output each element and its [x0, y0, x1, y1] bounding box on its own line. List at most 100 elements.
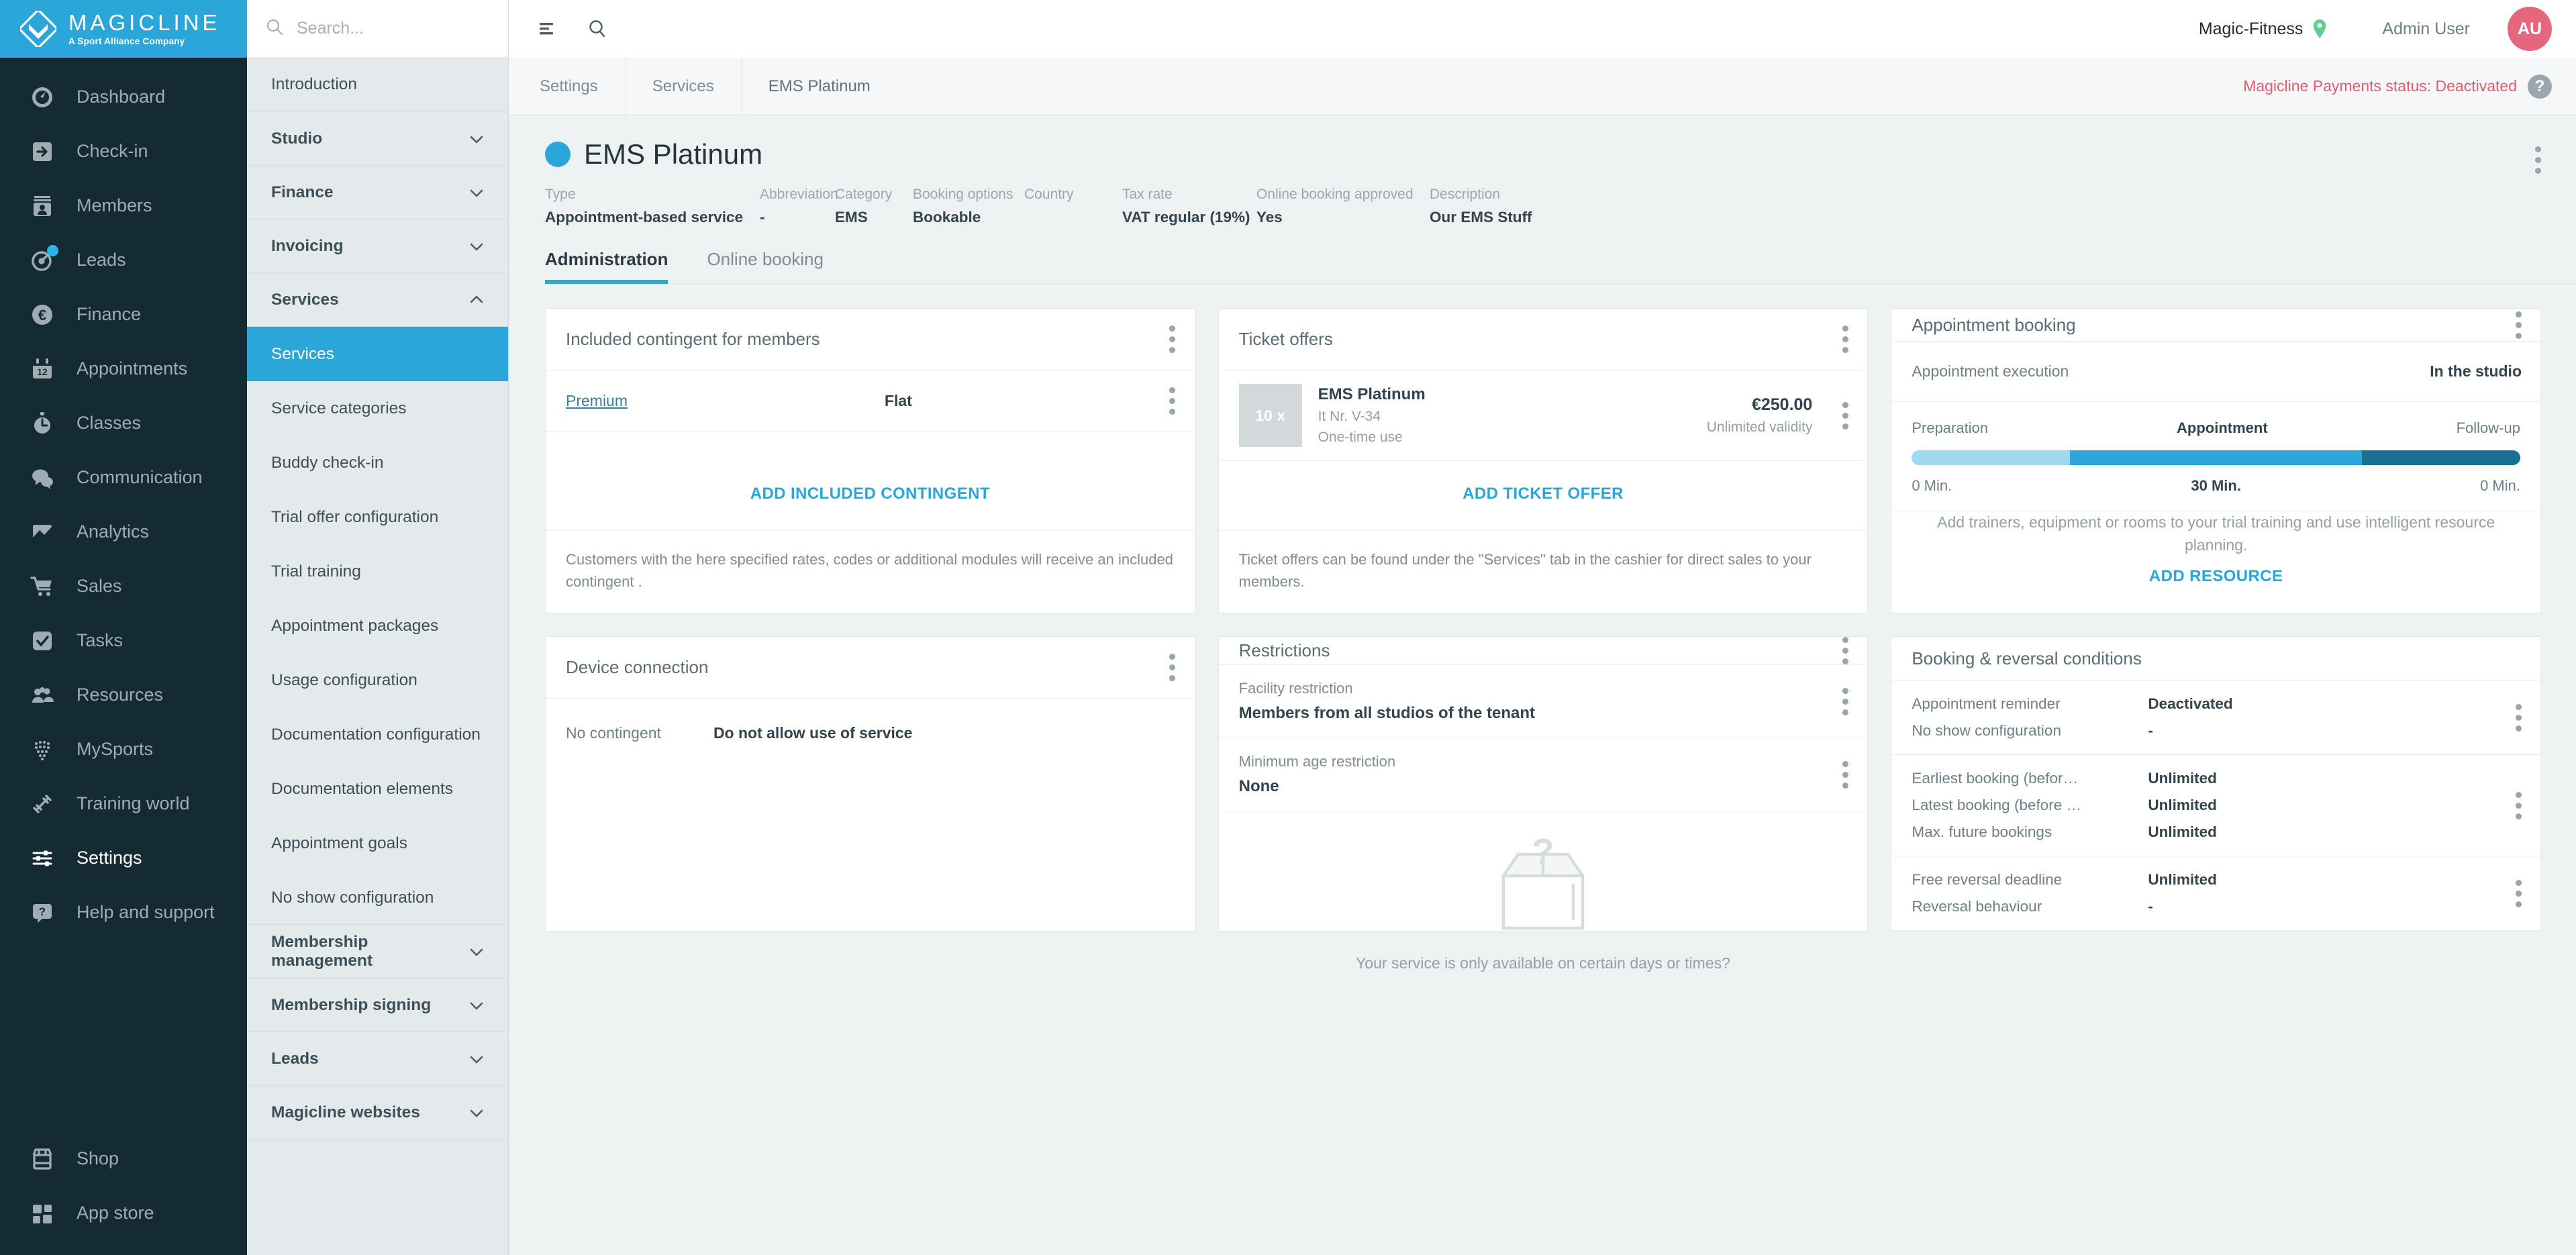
subnav-item-appointment-packages[interactable]: Appointment packages [247, 599, 508, 653]
avatar[interactable]: AU [2508, 7, 2552, 51]
restriction-row: Facility restriction Members from all st… [1219, 665, 1868, 738]
timeline-label-appointment: Appointment [2177, 419, 2268, 437]
more-vertical-icon[interactable] [1169, 325, 1176, 353]
sidebar-item-appointments[interactable]: 12 Appointments [0, 342, 247, 396]
breadcrumb-item[interactable]: EMS Platinum [742, 58, 897, 115]
question-mark-icon[interactable]: ? [2528, 74, 2552, 99]
card-title: Booking & reversal conditions [1912, 648, 2142, 669]
breadcrumb-item[interactable]: Services [626, 58, 742, 115]
sidebar-item-label: Classes [77, 413, 141, 434]
sidebar-item-classes[interactable]: Classes [0, 396, 247, 450]
subnav-item-services[interactable]: Services [247, 272, 508, 327]
sidebar-item-tasks[interactable]: Tasks [0, 613, 247, 668]
sidebar-item-leads[interactable]: Leads [0, 233, 247, 287]
open-box-question-icon: ? [1219, 811, 1868, 952]
more-vertical-icon[interactable] [2515, 880, 2522, 907]
subnav-item-buddy-check-in[interactable]: Buddy check-in [247, 436, 508, 490]
subnav-item-trial-training[interactable]: Trial training [247, 544, 508, 599]
tab-administration[interactable]: Administration [545, 249, 668, 283]
svg-text:?: ? [39, 905, 46, 918]
restriction-key: Facility restriction [1239, 680, 1535, 697]
sidebar-item-sales[interactable]: Sales [0, 559, 247, 613]
ticket-validity: Unlimited validity [1707, 419, 1813, 436]
meta-value: Appointment-based service [545, 209, 760, 226]
user-name[interactable]: Admin User [2382, 19, 2470, 39]
svg-text:?: ? [1532, 836, 1554, 872]
subnav-item-leads[interactable]: Leads [247, 1032, 508, 1086]
more-vertical-icon[interactable] [1842, 402, 1848, 430]
subnav-item-invoicing[interactable]: Invoicing [247, 219, 508, 273]
sliders-icon [28, 844, 56, 872]
search-input[interactable] [297, 19, 491, 38]
search-icon[interactable] [584, 15, 611, 42]
page-more-vertical-icon[interactable] [2534, 146, 2541, 174]
more-vertical-icon[interactable] [2515, 311, 2522, 339]
sidebar-item-resources[interactable]: Resources [0, 668, 247, 722]
subnav-item-service-categories[interactable]: Service categories [247, 381, 508, 436]
add-resource-button[interactable]: ADD RESOURCE [1891, 556, 2540, 613]
subnav-item-documentation-configuration[interactable]: Documentation configuration [247, 707, 508, 762]
sidebar-item-finance[interactable]: € Finance [0, 287, 247, 342]
subnav-item-documentation-elements[interactable]: Documentation elements [247, 762, 508, 816]
add-ticket-offer-button[interactable]: ADD TICKET OFFER [1219, 468, 1868, 530]
sidebar-item-help-and-support[interactable]: ? Help and support [0, 885, 247, 940]
subnav-item-magicline-websites[interactable]: Magicline websites [247, 1085, 508, 1140]
sidebar-item-analytics[interactable]: Analytics [0, 505, 247, 559]
tab-online-booking[interactable]: Online booking [707, 249, 823, 283]
subnav-item-label: Invoicing [271, 237, 344, 256]
hamburger-icon[interactable] [534, 15, 561, 42]
booking-reversal-value: Unlimited [2148, 823, 2217, 841]
sidebar-item-check-in[interactable]: Check-in [0, 124, 247, 179]
meta-key: Country [1024, 187, 1122, 203]
subnav-item-usage-configuration[interactable]: Usage configuration [247, 653, 508, 707]
more-vertical-icon[interactable] [2515, 704, 2522, 732]
subnav-item-finance[interactable]: Finance [247, 165, 508, 219]
more-vertical-icon[interactable] [1842, 325, 1848, 353]
sidebar-item-app-store[interactable]: App store [0, 1186, 247, 1240]
payments-status[interactable]: Magicline Payments status: Deactivated ? [2243, 74, 2552, 99]
card-header: Booking & reversal conditions [1891, 637, 2540, 681]
add-included-contingent-button[interactable]: ADD INCLUDED CONTINGENT [546, 468, 1195, 530]
meta-value: - [760, 209, 835, 226]
subnav-item-services[interactable]: Services [247, 327, 508, 381]
tenant-selector[interactable]: Magic-Fitness [2199, 19, 2329, 39]
subnav-item-membership-signing[interactable]: Membership signing [247, 978, 508, 1032]
brand-header[interactable]: MAGICLINE A Sport Alliance Company [0, 0, 247, 58]
card-footer-note: Customers with the here specified rates,… [546, 530, 1195, 613]
more-vertical-icon[interactable] [1169, 654, 1176, 681]
sidebar-item-training-world[interactable]: Training world [0, 776, 247, 831]
subnav-item-appointment-goals[interactable]: Appointment goals [247, 816, 508, 870]
contingent-link[interactable]: Premium [566, 392, 628, 410]
card-restrictions: Restrictions Facility restriction Member… [1218, 636, 1869, 932]
sidebar-item-members[interactable]: Members [0, 179, 247, 233]
sidebar-item-dashboard[interactable]: Dashboard [0, 70, 247, 124]
meta-value: Yes [1256, 209, 1430, 226]
more-vertical-icon[interactable] [1842, 761, 1848, 789]
calendar-12-icon: 12 [28, 355, 56, 383]
sidebar-item-mysports[interactable]: MySports [0, 722, 247, 776]
sidebar-item-label: Resources [77, 685, 163, 705]
more-vertical-icon[interactable] [1842, 637, 1848, 664]
breadcrumb-item[interactable]: Settings [509, 58, 626, 115]
sidebar-nav: Dashboard Check-in Members Leads € Finan… [0, 58, 247, 1132]
subnav-item-trial-offer-configuration[interactable]: Trial offer configuration [247, 490, 508, 544]
ticket-price: €250.00 [1752, 395, 1812, 415]
booking-reversal-item: Latest booking (before … Unlimited [1912, 797, 2515, 814]
breadcrumb: Settings Services EMS Platinum Magicline… [509, 58, 2576, 115]
card-title: Device connection [566, 657, 708, 678]
tenant-name: Magic-Fitness [2199, 19, 2303, 39]
sidebar-item-communication[interactable]: Communication [0, 450, 247, 505]
more-vertical-icon[interactable] [1169, 387, 1176, 415]
subnav-item-no-show-configuration[interactable]: No show configuration [247, 870, 508, 925]
subnav-item-membership-management[interactable]: Membership management [247, 924, 508, 978]
subnav-item-introduction[interactable]: Introduction [247, 58, 508, 112]
more-vertical-icon[interactable] [2515, 792, 2522, 819]
sidebar-item-settings[interactable]: Settings [0, 831, 247, 885]
subnav-item-studio[interactable]: Studio [247, 111, 508, 166]
subnav-search[interactable] [247, 0, 508, 58]
restriction-row: Minimum age restriction None [1219, 738, 1868, 811]
meta-key: Abbreviation [760, 187, 835, 203]
sidebar-item-shop[interactable]: Shop [0, 1132, 247, 1186]
more-vertical-icon[interactable] [1842, 688, 1848, 715]
booking-reversal-key: Free reversal deadline [1912, 871, 2148, 889]
